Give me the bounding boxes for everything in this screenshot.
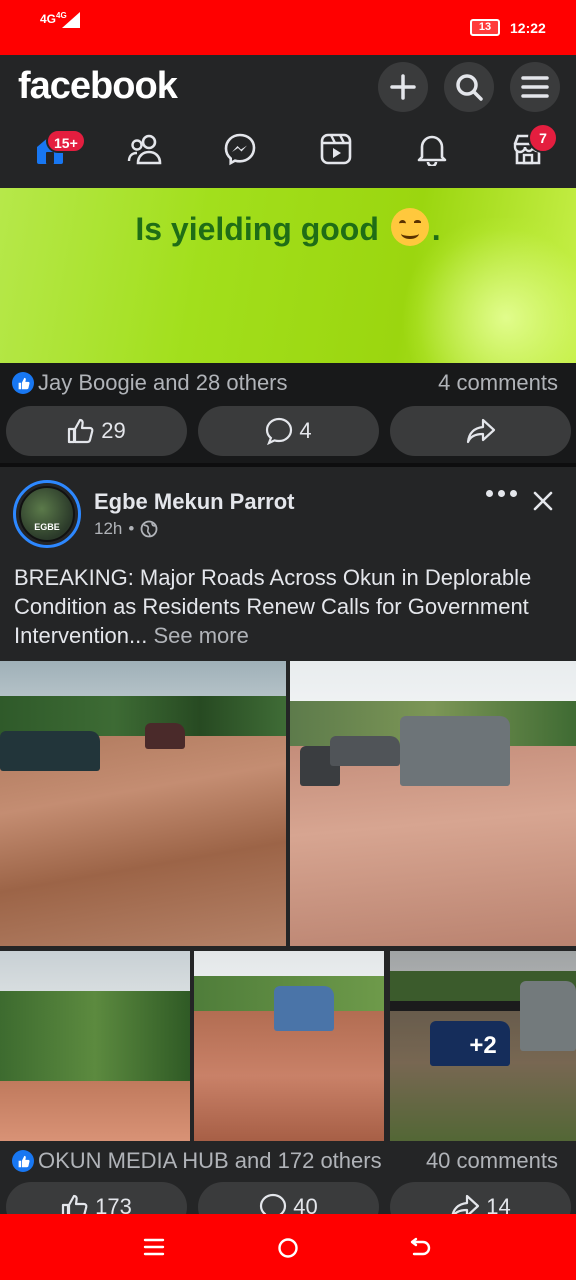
- comment-count-link-2[interactable]: 40 comments: [426, 1148, 558, 1174]
- home-badge: 15+: [46, 129, 86, 153]
- video-icon: [320, 133, 352, 165]
- tab-home[interactable]: 15+: [26, 127, 86, 171]
- menu-icon: [521, 76, 549, 98]
- post-text: BREAKING: Major Roads Across Okun in Dep…: [14, 565, 532, 648]
- more-options-icon[interactable]: [486, 490, 517, 497]
- signal-icon: [62, 12, 80, 28]
- tab-video[interactable]: [312, 127, 360, 171]
- comment-count-link[interactable]: 4 comments: [438, 370, 558, 396]
- share-icon: [466, 418, 495, 444]
- like-reaction-icon: [12, 372, 34, 394]
- marketplace-badge: 7: [528, 123, 558, 153]
- clock: 12:22: [510, 20, 546, 36]
- more-photos-overlay[interactable]: +2: [390, 951, 576, 1141]
- close-icon[interactable]: [532, 490, 554, 512]
- post-text-banner[interactable]: Is yielding good .: [0, 188, 576, 363]
- home-nav-icon[interactable]: [277, 1237, 299, 1259]
- feed-post: EGBE Egbe Mekun Parrot 12h • BREAKING: M…: [0, 467, 576, 1232]
- page-name[interactable]: Egbe Mekun Parrot: [94, 489, 294, 515]
- back-icon[interactable]: [409, 1237, 431, 1259]
- post-photo-1[interactable]: [0, 661, 286, 946]
- system-nav-bar: [0, 1214, 576, 1280]
- status-bar: 4G4G 13 12:22: [0, 0, 576, 55]
- tab-friends[interactable]: [121, 127, 169, 171]
- reactors-text-2[interactable]: OKUN MEDIA HUB and 172 others: [38, 1148, 382, 1174]
- like-button[interactable]: 29: [6, 406, 187, 456]
- messenger-icon: [224, 133, 256, 166]
- plus-icon: [390, 74, 416, 100]
- share-button[interactable]: [390, 406, 571, 456]
- like-reaction-icon-2: [12, 1150, 34, 1172]
- tab-messenger[interactable]: [216, 127, 264, 171]
- post-photo-3[interactable]: [0, 951, 190, 1141]
- battery-icon: 13: [470, 19, 500, 36]
- smiling-emoji-icon: [390, 208, 429, 246]
- battery-level: 13: [478, 21, 492, 33]
- friends-icon: [127, 134, 162, 165]
- bell-icon: [417, 135, 447, 166]
- reactors-text[interactable]: Jay Boogie and 28 others: [38, 370, 288, 396]
- menu-button[interactable]: [510, 62, 560, 112]
- post-photo-4[interactable]: [194, 951, 384, 1141]
- reaction-summary[interactable]: Jay Boogie and 28 others 4 comments: [0, 363, 576, 403]
- create-button[interactable]: [378, 62, 428, 112]
- post-photo-5[interactable]: +2: [390, 951, 576, 1141]
- comment-count: 4: [299, 418, 312, 443]
- globe-icon: [140, 520, 158, 538]
- comment-icon: [266, 417, 293, 445]
- recents-icon[interactable]: [143, 1237, 165, 1257]
- reaction-summary-2[interactable]: OKUN MEDIA HUB and 172 others 40 comment…: [0, 1141, 576, 1181]
- app-header: facebook 15+ 7: [0, 55, 576, 188]
- search-button[interactable]: [444, 62, 494, 112]
- search-icon: [456, 74, 483, 101]
- avatar-text: EGBE: [34, 522, 60, 532]
- tab-marketplace[interactable]: 7: [504, 123, 558, 171]
- post-meta: 12h •: [94, 519, 158, 539]
- post-photo-2[interactable]: [290, 661, 576, 946]
- post-time[interactable]: 12h: [94, 519, 122, 539]
- tab-notifications[interactable]: [408, 127, 456, 171]
- banner-text: Is yielding good .: [0, 208, 576, 248]
- like-count: 29: [101, 418, 126, 443]
- page-avatar[interactable]: EGBE: [13, 480, 81, 548]
- see-more-link[interactable]: See more: [153, 623, 248, 648]
- comment-button[interactable]: 4: [198, 406, 379, 456]
- facebook-logo[interactable]: facebook: [18, 65, 178, 108]
- thumbs-up-icon: [68, 418, 94, 444]
